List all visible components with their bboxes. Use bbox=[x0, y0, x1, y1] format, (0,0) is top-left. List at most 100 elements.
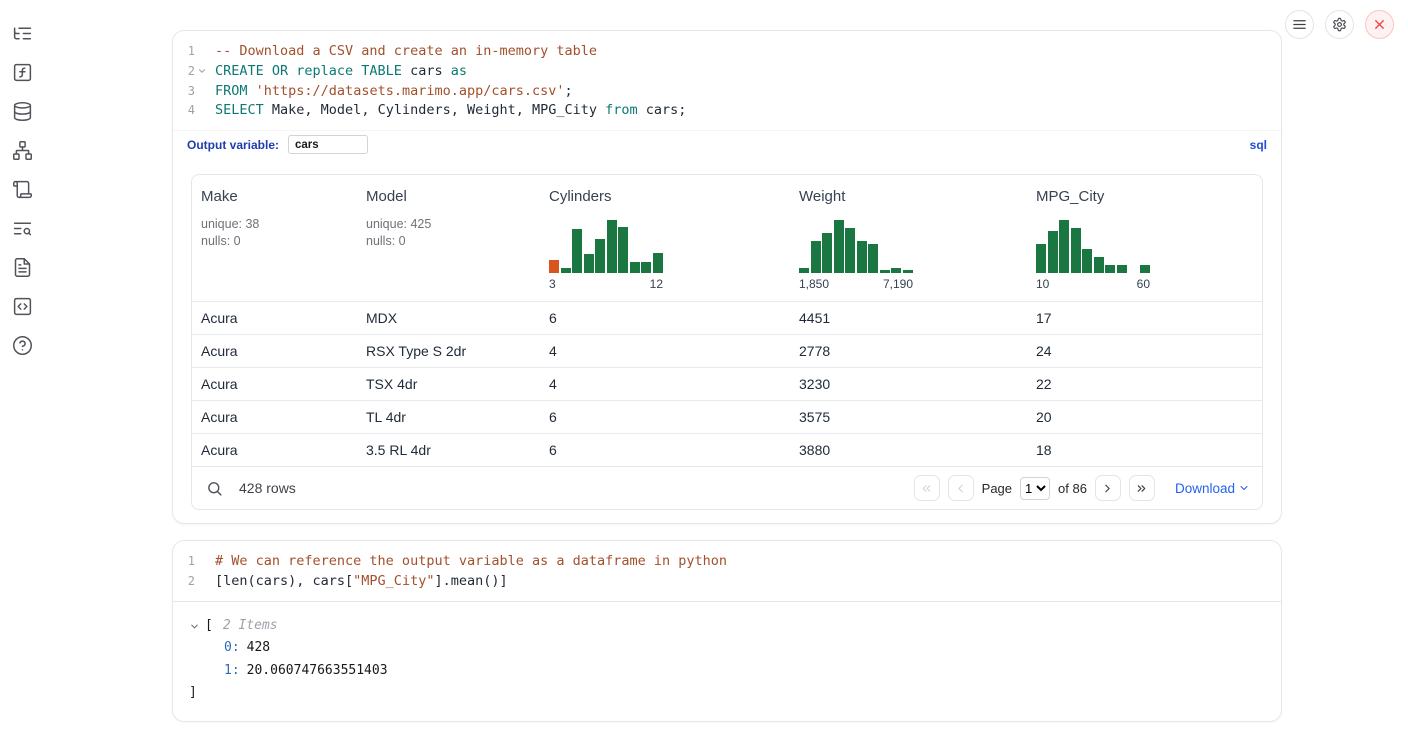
histogram-bar[interactable] bbox=[572, 229, 582, 273]
table-cell: 6 bbox=[540, 434, 790, 466]
histogram-bar[interactable] bbox=[868, 244, 878, 273]
fold-chevron-icon[interactable] bbox=[195, 62, 208, 82]
histogram-bar[interactable] bbox=[549, 260, 559, 273]
histogram-bar[interactable] bbox=[1105, 265, 1115, 273]
code-line[interactable]: 4SELECT Make, Model, Cylinders, Weight, … bbox=[173, 101, 1281, 121]
tree-entries: 0:4281:20.060747663551403 bbox=[189, 637, 1265, 682]
histogram-bar[interactable] bbox=[1094, 257, 1104, 273]
column-header-make[interactable]: Makeunique: 38nulls: 0 bbox=[192, 188, 357, 291]
histogram-bar[interactable] bbox=[903, 270, 913, 273]
table-row[interactable]: AcuraTSX 4dr4323022 bbox=[192, 367, 1262, 400]
histogram-bars[interactable] bbox=[1036, 220, 1150, 273]
first-page-button[interactable] bbox=[914, 475, 940, 501]
table-row[interactable]: AcuraMDX6445117 bbox=[192, 301, 1262, 334]
histogram-bar[interactable] bbox=[834, 220, 844, 273]
scroll-icon[interactable] bbox=[9, 176, 35, 202]
topbar-actions bbox=[1285, 10, 1394, 39]
histogram-bar[interactable] bbox=[1117, 265, 1127, 273]
download-button[interactable]: Download bbox=[1175, 481, 1250, 496]
page-select[interactable]: 1 bbox=[1020, 477, 1050, 500]
code-line[interactable]: 1-- Download a CSV and create an in-memo… bbox=[173, 42, 1281, 62]
last-page-button[interactable] bbox=[1129, 475, 1155, 501]
histogram-bar[interactable] bbox=[880, 270, 890, 273]
token-plain: cars; bbox=[638, 102, 687, 118]
code-line[interactable]: 2CREATE OR replace TABLE cars as bbox=[173, 62, 1281, 82]
histogram-bar[interactable] bbox=[1059, 220, 1069, 273]
code-text: FROM 'https://datasets.marimo.app/cars.c… bbox=[208, 82, 573, 102]
code-text: # We can reference the output variable a… bbox=[208, 552, 727, 572]
python-code-editor[interactable]: 1# We can reference the output variable … bbox=[173, 541, 1281, 601]
histogram-max-label: 12 bbox=[650, 277, 663, 291]
dependency-graph-icon[interactable] bbox=[9, 137, 35, 163]
cell-output: [ 2 Items 0:4281:20.060747663551403 ] bbox=[173, 601, 1281, 721]
histogram-bar[interactable] bbox=[607, 220, 617, 273]
table-row[interactable]: AcuraRSX Type S 2dr4277824 bbox=[192, 334, 1262, 367]
chevron-down-icon bbox=[1238, 482, 1250, 494]
gear-icon bbox=[1332, 17, 1347, 32]
search-icon[interactable] bbox=[206, 480, 223, 497]
histogram-bars[interactable] bbox=[799, 220, 913, 273]
histogram-bar[interactable] bbox=[845, 228, 855, 273]
histogram-bar[interactable] bbox=[584, 254, 594, 273]
data-table: Makeunique: 38nulls: 0Modelunique: 425nu… bbox=[191, 174, 1263, 510]
function-icon[interactable] bbox=[9, 59, 35, 85]
histogram-min-label: 1,850 bbox=[799, 277, 829, 291]
histogram-bars[interactable] bbox=[549, 220, 663, 273]
text-search-icon[interactable] bbox=[9, 215, 35, 241]
hamburger-menu-button[interactable] bbox=[1285, 10, 1314, 39]
table-cell: 3575 bbox=[790, 401, 1027, 433]
histogram-bar[interactable] bbox=[1048, 231, 1058, 273]
table-row[interactable]: AcuraTL 4dr6357520 bbox=[192, 400, 1262, 433]
histogram-bar[interactable] bbox=[857, 241, 867, 273]
histogram-bar[interactable] bbox=[811, 241, 821, 273]
histogram-bar[interactable] bbox=[799, 268, 809, 273]
next-page-button[interactable] bbox=[1095, 475, 1121, 501]
histogram-bar[interactable] bbox=[1082, 249, 1092, 273]
column-header-mpg_city[interactable]: MPG_City1060 bbox=[1027, 188, 1262, 291]
column-name: Cylinders bbox=[549, 188, 781, 205]
sql-code-editor[interactable]: 1-- Download a CSV and create an in-memo… bbox=[173, 31, 1281, 130]
token-keyword: FROM bbox=[215, 83, 248, 99]
column-name: Model bbox=[366, 188, 531, 205]
help-icon[interactable] bbox=[9, 332, 35, 358]
histogram-bar[interactable] bbox=[1071, 228, 1081, 273]
code-line[interactable]: 1# We can reference the output variable … bbox=[173, 552, 1281, 572]
token-keyword: SELECT bbox=[215, 102, 264, 118]
token-keyword: as bbox=[451, 63, 467, 79]
tree-entry[interactable]: 0:428 bbox=[189, 637, 1265, 660]
sql-cell-toolbar: Output variable: sql bbox=[173, 130, 1281, 161]
column-header-cylinders[interactable]: Cylinders312 bbox=[540, 188, 790, 291]
column-name: Weight bbox=[799, 188, 1018, 205]
column-name: Make bbox=[201, 188, 348, 205]
table-cell: 6 bbox=[540, 401, 790, 433]
histogram-bar[interactable] bbox=[630, 262, 640, 273]
table-cell: 22 bbox=[1027, 368, 1262, 400]
tree-entry[interactable]: 1:20.060747663551403 bbox=[189, 660, 1265, 683]
code-line[interactable]: 2[len(cars), cars["MPG_City"].mean()] bbox=[173, 572, 1281, 592]
database-icon[interactable] bbox=[9, 98, 35, 124]
histogram-bar[interactable] bbox=[561, 268, 571, 273]
histogram-bar[interactable] bbox=[595, 239, 605, 273]
histogram-bar[interactable] bbox=[641, 262, 651, 273]
histogram-bar[interactable] bbox=[891, 268, 901, 273]
table-row[interactable]: Acura3.5 RL 4dr6388018 bbox=[192, 433, 1262, 466]
collapse-chevron-icon[interactable] bbox=[189, 621, 200, 632]
column-name: MPG_City bbox=[1036, 188, 1253, 205]
close-button[interactable] bbox=[1365, 10, 1394, 39]
column-header-model[interactable]: Modelunique: 425nulls: 0 bbox=[357, 188, 540, 291]
pagination: Page 1 of 86 Download bbox=[914, 475, 1250, 501]
histogram-bar[interactable] bbox=[1036, 244, 1046, 273]
column-header-weight[interactable]: Weight1,8507,190 bbox=[790, 188, 1027, 291]
histogram-bar[interactable] bbox=[1140, 265, 1150, 273]
histogram-bar[interactable] bbox=[822, 233, 832, 273]
file-tree-icon[interactable] bbox=[9, 20, 35, 46]
settings-button[interactable] bbox=[1325, 10, 1354, 39]
output-variable-input[interactable] bbox=[288, 135, 368, 154]
prev-page-button[interactable] bbox=[948, 475, 974, 501]
table-cell: 3.5 RL 4dr bbox=[357, 434, 540, 466]
document-icon[interactable] bbox=[9, 254, 35, 280]
code-line[interactable]: 3FROM 'https://datasets.marimo.app/cars.… bbox=[173, 82, 1281, 102]
histogram-bar[interactable] bbox=[618, 227, 628, 273]
histogram-bar[interactable] bbox=[653, 253, 663, 273]
snippets-icon[interactable] bbox=[9, 293, 35, 319]
